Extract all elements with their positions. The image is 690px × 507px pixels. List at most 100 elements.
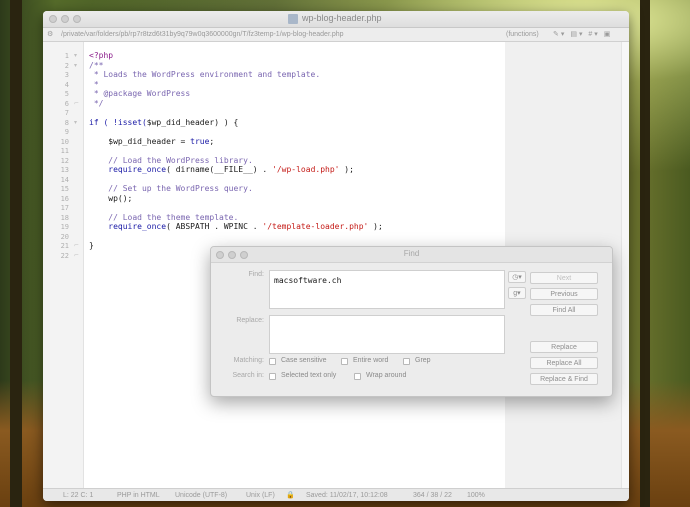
editor-titlebar[interactable]: wp-blog-header.php <box>43 11 629 28</box>
desktop-tree-trunk <box>10 0 22 507</box>
replace-label: Replace: <box>236 317 264 324</box>
line-number: 5 <box>64 90 69 98</box>
find-dialog: Find Find: macsoftware.ch ◷▾ g▾ Replace:… <box>210 246 613 397</box>
selected-text-only-checkbox[interactable] <box>269 373 276 380</box>
find-field-value: macsoftware.ch <box>274 276 342 285</box>
code-token: ) ) { <box>214 117 239 127</box>
code-token: require_once <box>89 165 167 174</box>
find-field[interactable]: macsoftware.ch <box>269 270 505 309</box>
code-line: /** <box>89 60 104 70</box>
replace-and-find-button[interactable]: Replace & Find <box>530 373 598 385</box>
line-number: 21 <box>60 242 69 250</box>
code-token: require_once <box>89 222 167 231</box>
fold-up-icon[interactable]: ⌐ <box>74 100 79 107</box>
line-number: 9 <box>64 128 69 136</box>
code-token: '/template-loader.php' <box>262 222 369 231</box>
grep-checkbox[interactable] <box>403 358 410 365</box>
code-line: require_once( ABSPATH . WPINC . '/templa… <box>89 222 383 231</box>
code-token: ( ABSPATH . WPINC . <box>166 222 263 231</box>
previous-button[interactable]: Previous <box>530 288 598 300</box>
case-sensitive-checkbox[interactable] <box>269 358 276 365</box>
php-file-icon <box>288 14 298 24</box>
code-line: // Set up the WordPress query. <box>89 184 253 193</box>
code-line: */ <box>89 98 104 108</box>
case-sensitive-label: Case sensitive <box>281 357 327 364</box>
code-token: ( dirname(__FILE__) . <box>166 165 273 174</box>
document-stats[interactable]: 364 / 38 / 22 <box>413 489 452 501</box>
gear-icon[interactable]: ⚙ <box>47 28 53 41</box>
code-token: ); <box>368 222 383 231</box>
cursor-position[interactable]: L: 22 C: 1 <box>63 489 93 501</box>
file-path[interactable]: /private/var/folders/pb/rp7r8tzd6t31by9q… <box>61 28 344 41</box>
saved-timestamp: Saved: 11/02/17, 10:12:08 <box>306 492 388 499</box>
code-line: <?php <box>89 51 114 60</box>
line-number: 4 <box>64 80 69 89</box>
toolbar-icons[interactable]: ✎▾ ▤▾ #▾ ▣ <box>553 28 612 41</box>
line-number: 8 <box>64 118 69 127</box>
find-dialog-titlebar[interactable]: Find <box>211 247 612 263</box>
zoom-level[interactable]: 100% <box>467 489 485 501</box>
line-number: 14 <box>60 175 69 184</box>
code-token: '/wp-load.php' <box>272 165 340 174</box>
find-dialog-title: Find <box>403 249 420 258</box>
matching-label: Matching: <box>233 357 264 364</box>
functions-menu[interactable]: (functions) <box>506 28 539 41</box>
replace-all-button[interactable]: Replace All <box>530 357 598 369</box>
line-number: 11 <box>60 147 69 155</box>
fold-up-icon[interactable]: ⌐ <box>74 252 79 259</box>
line-number: 10 <box>60 137 69 146</box>
entire-word-label: Entire word <box>353 357 389 364</box>
selected-text-only-label: Selected text only <box>281 372 337 379</box>
window-title: wp-blog-header.php <box>302 13 382 23</box>
code-line: $wp_did_header = true; <box>89 137 214 146</box>
line-number: 17 <box>60 204 69 212</box>
code-line: } <box>89 241 94 250</box>
line-number: 18 <box>60 213 69 222</box>
wrap-around-checkbox[interactable] <box>354 373 361 380</box>
grep-label: Grep <box>415 357 431 364</box>
history-icon[interactable]: ◷▾ <box>508 271 526 283</box>
close-button[interactable] <box>49 15 57 23</box>
language-menu[interactable]: PHP in HTML <box>117 489 160 501</box>
fold-up-icon[interactable]: ⌐ <box>74 242 79 249</box>
wrap-around-label: Wrap around <box>366 372 407 379</box>
line-number: 13 <box>60 166 69 174</box>
line-number-gutter: 1 ▾ 2 ▾ 3 4 5 6 ⌐ 7 8 ▾ 9 10 11 12 13 14… <box>43 42 84 488</box>
minimize-button[interactable] <box>61 15 69 23</box>
encoding-menu[interactable]: Unicode (UTF-8) <box>175 489 227 501</box>
code-line: * <box>89 79 99 89</box>
lock-icon[interactable]: 🔒 <box>286 489 295 501</box>
replace-field[interactable] <box>269 315 505 354</box>
line-number: 7 <box>64 109 69 117</box>
fold-down-icon[interactable]: ▾ <box>74 119 77 126</box>
code-line: if ( !isset($wp_did_header) ) { <box>89 118 238 127</box>
code-token: $wp_did_header <box>89 136 176 146</box>
line-number: 6 <box>64 99 69 108</box>
code-line: * @package WordPress <box>89 89 191 98</box>
code-line: wp(); <box>89 193 133 203</box>
vertical-scrollbar[interactable] <box>621 42 629 488</box>
replace-button[interactable]: Replace <box>530 341 598 353</box>
line-number: 12 <box>60 156 69 165</box>
code-token: = <box>175 136 191 146</box>
find-all-button[interactable]: Find All <box>530 304 598 316</box>
line-number: 3 <box>64 71 69 79</box>
line-number: 15 <box>60 185 69 193</box>
line-endings-menu[interactable]: Unix (LF) <box>246 489 275 501</box>
entire-word-checkbox[interactable] <box>341 358 348 365</box>
code-token: true <box>190 136 210 146</box>
code-token: ; <box>209 136 215 146</box>
grep-pattern-icon[interactable]: g▾ <box>508 287 526 299</box>
line-number: 16 <box>60 194 69 203</box>
fold-down-icon[interactable]: ▾ <box>74 62 77 69</box>
line-number: 2 <box>64 61 69 70</box>
line-number: 1 <box>64 52 69 60</box>
line-number: 22 <box>60 251 69 260</box>
next-button[interactable]: Next <box>530 272 598 284</box>
navigation-bar: ⚙ /private/var/folders/pb/rp7r8tzd6t31by… <box>43 28 629 42</box>
line-number: 20 <box>60 232 69 241</box>
zoom-button[interactable] <box>73 15 81 23</box>
find-label: Find: <box>248 271 264 278</box>
code-token: ); <box>339 165 354 174</box>
fold-down-icon[interactable]: ▾ <box>74 52 77 59</box>
